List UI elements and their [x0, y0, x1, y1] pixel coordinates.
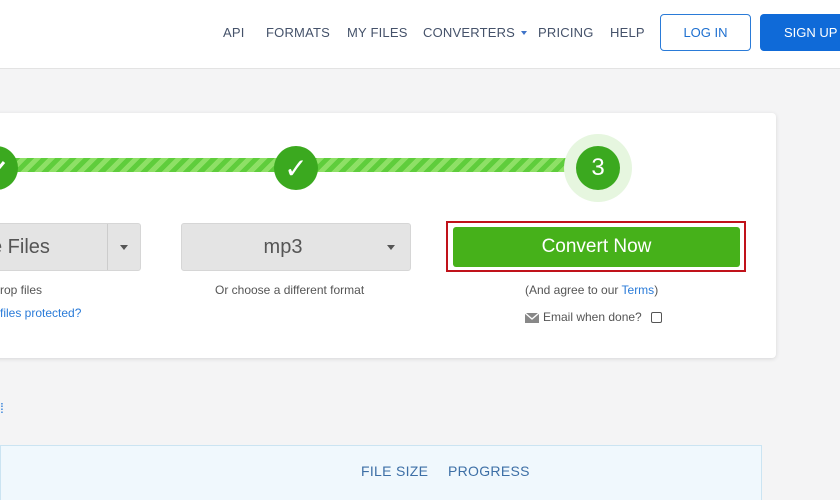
drop-files-hint: rop files: [0, 283, 43, 297]
top-navbar: API FORMATS MY FILES CONVERTERS PRICING …: [0, 0, 840, 69]
convert-highlight: Convert Now: [446, 221, 746, 272]
format-select[interactable]: mp3: [181, 223, 411, 271]
format-caret-icon: [372, 244, 410, 250]
terms-text: (And agree to our Terms): [525, 283, 658, 297]
choose-files-caret-icon[interactable]: [107, 224, 140, 270]
column-progress[interactable]: PROGRESS: [448, 463, 530, 479]
envelope-icon: [524, 312, 540, 323]
files-protected-link[interactable]: files protected?: [0, 306, 81, 320]
caret-down-icon: [521, 30, 528, 35]
terms-suffix: ): [654, 283, 659, 297]
email-checkbox[interactable]: [651, 312, 663, 324]
email-option: Email when done?: [524, 310, 663, 324]
format-selected: mp3: [263, 235, 303, 258]
column-file-size[interactable]: FILE SIZE: [361, 463, 428, 479]
format-hint: Or choose a different format: [215, 283, 365, 297]
terms-prefix: (And agree to our: [525, 283, 622, 297]
step-3-indicator: 3: [576, 146, 620, 190]
convert-now-button[interactable]: Convert Now: [453, 227, 740, 267]
nav-converters[interactable]: CONVERTERS: [423, 25, 528, 40]
step-2-glyph: ✓: [284, 152, 308, 184]
signup-button[interactable]: SIGN UP: [760, 14, 840, 51]
nav-formats[interactable]: FORMATS: [266, 25, 330, 40]
login-button[interactable]: LOG IN: [660, 14, 751, 51]
nav-api[interactable]: API: [223, 25, 245, 40]
terms-link[interactable]: Terms: [622, 283, 655, 297]
check-icon: [0, 161, 6, 170]
nav-my-files[interactable]: MY FILES: [347, 25, 408, 40]
choose-files-dropdown[interactable]: e Files: [0, 223, 141, 271]
choose-files-label: e Files: [0, 235, 50, 258]
nav-help[interactable]: HELP: [610, 25, 645, 40]
step-2-check-icon: ✓: [274, 146, 318, 190]
nav-pricing[interactable]: PRICING: [538, 25, 594, 40]
nav-converters-label: CONVERTERS: [423, 25, 516, 40]
side-link-mark: ⁞: [0, 400, 4, 416]
email-label: Email when done?: [543, 310, 642, 324]
